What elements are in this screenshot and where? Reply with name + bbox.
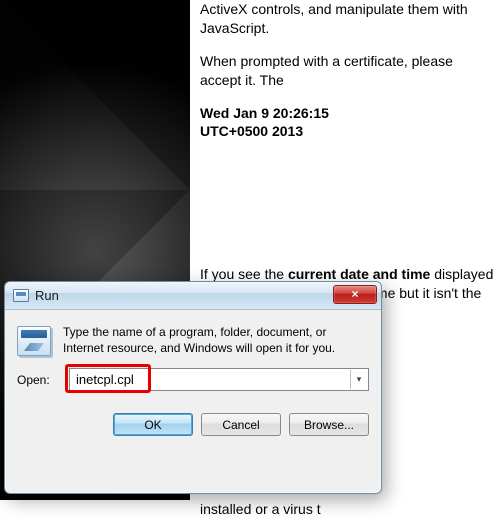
open-label: Open: <box>17 373 59 387</box>
window-title: Run <box>35 288 59 303</box>
open-input[interactable] <box>69 368 369 391</box>
dialog-button-row: OK Cancel Browse... <box>5 393 381 448</box>
titlebar[interactable]: Run × <box>5 282 381 310</box>
open-combobox[interactable]: ▾ <box>69 368 369 391</box>
close-button[interactable]: × <box>333 285 377 304</box>
ok-button[interactable]: OK <box>113 413 193 436</box>
run-program-icon <box>17 326 51 356</box>
current-datetime: Wed Jan 9 20:26:15 UTC+0500 2013 <box>200 104 494 142</box>
prompt-text: When prompted with a certificate, please… <box>200 52 494 90</box>
bullet-4: installed or a virus t <box>200 500 494 519</box>
run-title-icon <box>13 289 29 302</box>
chevron-down-icon[interactable]: ▾ <box>350 370 367 389</box>
intro-text: ActiveX controls, and manipulate them wi… <box>200 0 494 38</box>
cancel-button[interactable]: Cancel <box>201 413 281 436</box>
run-dialog: Run × Type the name of a program, folder… <box>4 281 382 494</box>
browse-button[interactable]: Browse... <box>289 413 369 436</box>
run-instruction-text: Type the name of a program, folder, docu… <box>63 324 369 356</box>
